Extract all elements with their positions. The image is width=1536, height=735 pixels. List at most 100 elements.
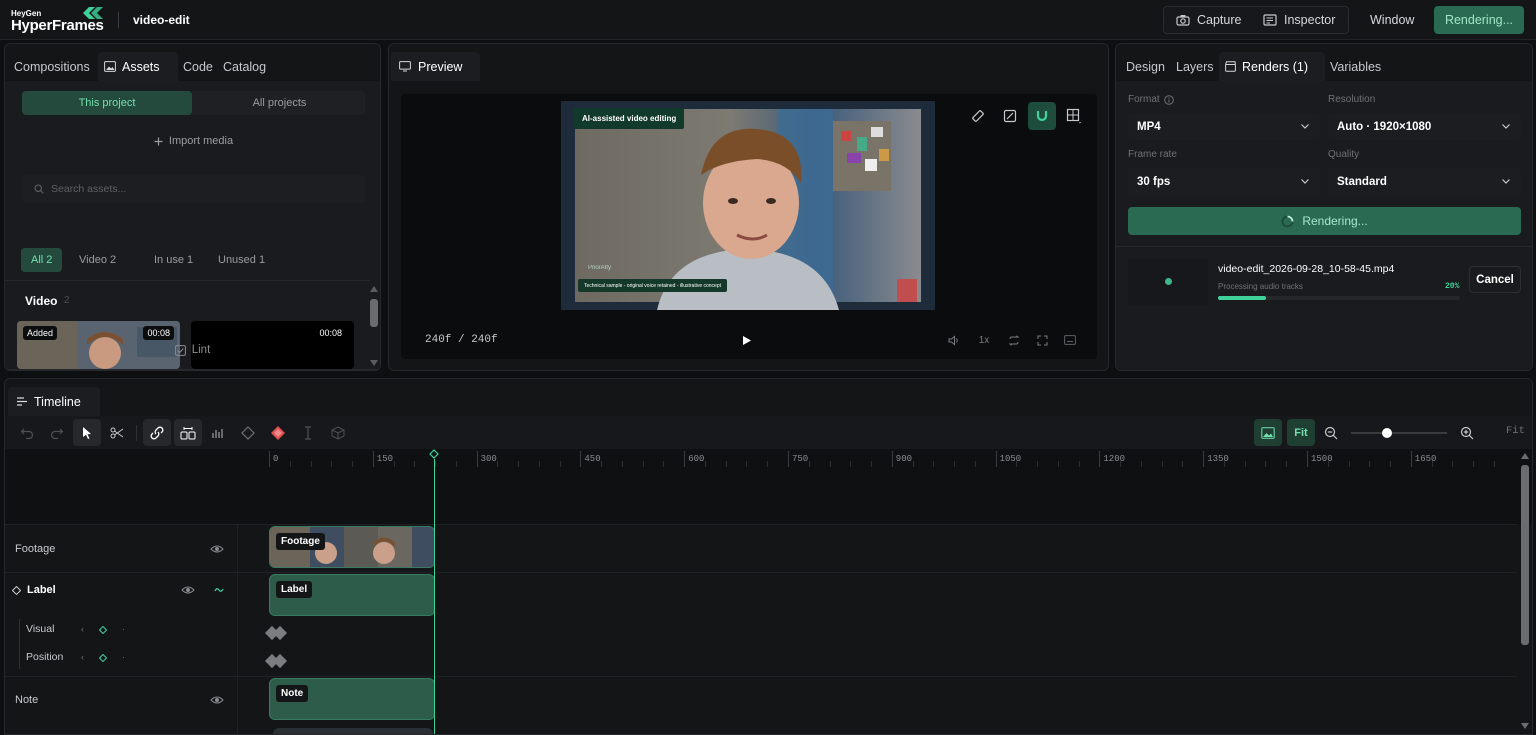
eye-icon[interactable]: [181, 585, 195, 595]
inspector-button[interactable]: Inspector: [1263, 7, 1335, 33]
text-tool-button[interactable]: [294, 419, 322, 446]
filter-in-use[interactable]: In use 1: [154, 248, 193, 272]
zoom-in-button[interactable]: [1453, 419, 1481, 446]
fit-button[interactable]: Fit: [1287, 419, 1315, 446]
magnet-tool-button[interactable]: [1028, 102, 1056, 130]
add-keyframe-button[interactable]: [264, 419, 292, 446]
clip-note[interactable]: Note: [269, 678, 435, 720]
crop-tool-button[interactable]: [996, 102, 1024, 130]
ruler-minor-tick: [1265, 461, 1267, 467]
lint-button[interactable]: Lint: [5, 344, 380, 356]
undo-button[interactable]: [13, 419, 41, 446]
tab-variables[interactable]: Variables: [1330, 52, 1381, 81]
format-select[interactable]: MP4: [1128, 113, 1320, 140]
link-icon: [150, 426, 164, 439]
prev-keyframe-button[interactable]: ‹: [81, 652, 84, 662]
audio-levels-button[interactable]: [204, 419, 232, 446]
tab-timeline[interactable]: Timeline: [8, 387, 100, 416]
link-tool-button[interactable]: [143, 419, 171, 446]
select-tool-button[interactable]: [73, 419, 101, 446]
import-media-button[interactable]: Import media: [22, 129, 365, 153]
diamond-icon[interactable]: [12, 586, 21, 595]
clip-label[interactable]: Label: [269, 574, 435, 616]
zoom-out-button[interactable]: [1317, 419, 1345, 446]
volume-button[interactable]: [946, 332, 962, 348]
ruler-minor-tick: [1161, 461, 1163, 467]
diamond-icon[interactable]: [99, 654, 107, 662]
grid-tool-button[interactable]: [1060, 102, 1088, 130]
keyframe-button[interactable]: [234, 419, 262, 446]
next-keyframe-button[interactable]: ·: [122, 624, 125, 634]
clip-partial[interactable]: [273, 728, 433, 734]
prev-keyframe-button[interactable]: ‹: [81, 624, 84, 634]
divider: [5, 369, 380, 370]
timeline-ruler[interactable]: 0 150 300 450 600 750 900 1050 1200 1350 1500 1650: [5, 449, 1532, 524]
ruler-minor-tick: [1286, 461, 1288, 467]
timeline-scrollbar[interactable]: [1520, 451, 1530, 732]
track-footage: Footage: [5, 524, 1517, 572]
play-button[interactable]: [739, 332, 755, 348]
tab-design[interactable]: Design: [1126, 52, 1165, 81]
ruler-minor-tick: [663, 461, 665, 467]
tab-layers[interactable]: Layers: [1176, 52, 1214, 81]
ruler-minor-tick: [933, 461, 935, 467]
tab-code[interactable]: Code: [183, 52, 213, 81]
rendering-button[interactable]: Rendering...: [1434, 6, 1524, 34]
tab-preview[interactable]: Preview: [391, 52, 480, 81]
ruler-minor-tick: [621, 461, 623, 467]
resolution-select[interactable]: Auto · 1920×1080: [1328, 113, 1521, 140]
curve-icon[interactable]: [214, 586, 224, 594]
zoom-out-icon: [1324, 426, 1338, 439]
quality-select[interactable]: Standard: [1328, 168, 1521, 195]
thumbnails-toggle[interactable]: [1254, 419, 1282, 446]
ruler-major-tick: [995, 451, 997, 467]
zoom-slider[interactable]: [1351, 428, 1447, 438]
tab-catalog[interactable]: Catalog: [223, 52, 266, 81]
framerate-select[interactable]: 30 fps: [1128, 168, 1320, 195]
fullscreen-button[interactable]: [1034, 332, 1050, 348]
this-project-button[interactable]: This project: [22, 91, 192, 115]
capture-button[interactable]: Capture: [1176, 7, 1241, 33]
next-keyframe-button[interactable]: ·: [122, 652, 125, 662]
clip-footage[interactable]: Footage: [269, 526, 435, 568]
ruler-minor-tick: [704, 461, 706, 467]
3d-tool-button[interactable]: [324, 419, 352, 446]
play-icon: [743, 335, 751, 345]
eye-icon[interactable]: [210, 544, 224, 554]
redo-button[interactable]: [43, 419, 71, 446]
ripple-tool-button[interactable]: [174, 419, 202, 446]
loop-button[interactable]: [1006, 332, 1022, 348]
video-frame[interactable]: AI-assisted video editing PriorAIty Tech…: [561, 101, 935, 310]
window-menu[interactable]: Window: [1370, 13, 1414, 27]
zoom-slider-handle[interactable]: [1381, 428, 1392, 438]
cancel-button[interactable]: Cancel: [1469, 266, 1521, 293]
project-name[interactable]: video-edit: [133, 13, 190, 27]
search-assets-input[interactable]: Search assets...: [22, 175, 365, 203]
tab-assets[interactable]: Assets: [98, 52, 178, 81]
tab-renders[interactable]: Renders (1): [1219, 52, 1325, 81]
ruler-tool-button[interactable]: [964, 102, 992, 130]
tab-assets-label: Assets: [122, 59, 160, 74]
fit-label[interactable]: Fit: [1506, 425, 1525, 437]
captions-button[interactable]: [1062, 332, 1078, 348]
track-label: Label Visual ‹ · Position ‹ ·: [5, 572, 1517, 676]
tab-compositions[interactable]: Compositions: [14, 52, 90, 81]
ruler-minor-tick: [1016, 461, 1018, 467]
app-logo[interactable]: HeyGen HyperFrames: [11, 6, 107, 36]
diamond-icon[interactable]: [99, 626, 107, 634]
render-button[interactable]: Rendering...: [1128, 207, 1521, 235]
filter-unused[interactable]: Unused 1: [218, 248, 265, 272]
razor-tool-button[interactable]: [103, 419, 131, 446]
format-label: Format: [1128, 94, 1174, 105]
speed-control[interactable]: 1x: [976, 332, 992, 348]
filter-video[interactable]: Video 2: [79, 248, 116, 272]
all-projects-button[interactable]: All projects: [194, 91, 365, 115]
ruler-minor-tick: [601, 461, 603, 467]
ruler-minor-tick: [1431, 461, 1433, 467]
info-icon: [1163, 94, 1174, 105]
eye-icon[interactable]: [210, 695, 224, 705]
filter-all[interactable]: All 2: [21, 248, 63, 272]
ruler-major-tick: [684, 451, 686, 467]
playhead[interactable]: [434, 459, 435, 734]
image-icon: [104, 61, 116, 72]
